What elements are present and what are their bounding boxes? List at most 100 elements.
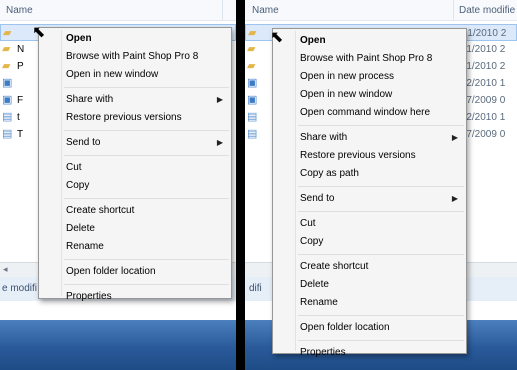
menu-item-label: Rename xyxy=(300,297,338,308)
menu-item-open[interactable]: Open xyxy=(273,32,466,50)
column-separator[interactable] xyxy=(222,0,223,20)
text-file-icon: ▤ xyxy=(247,128,258,140)
column-header-bar: Name xyxy=(0,0,236,21)
menu-item-share-with[interactable]: Share with ▶ xyxy=(273,129,466,147)
menu-item-share-with[interactable]: Share with ▶ xyxy=(39,91,231,109)
folder-icon: ▰ xyxy=(2,60,11,72)
menu-item-delete[interactable]: Delete xyxy=(273,276,466,294)
folder-icon: ▰ xyxy=(248,27,257,39)
text-file-icon: ▤ xyxy=(2,111,13,123)
submenu-arrow-icon: ▶ xyxy=(451,194,458,203)
image-divider xyxy=(236,0,245,370)
status-text: difi xyxy=(249,283,262,294)
menu-item-open-command-window-here[interactable]: Open command window here xyxy=(273,104,466,122)
file-name: F xyxy=(17,95,24,106)
menu-item-label: Send to xyxy=(66,137,101,148)
menu-separator xyxy=(298,211,464,212)
image-file-icon: ▣ xyxy=(2,94,13,106)
menu-separator xyxy=(64,198,229,199)
menu-item-create-shortcut[interactable]: Create shortcut xyxy=(273,258,466,276)
text-file-icon: ▤ xyxy=(2,128,13,140)
menu-item-copy[interactable]: Copy xyxy=(273,233,466,251)
menu-item-open-in-new-window[interactable]: Open in new window xyxy=(273,86,466,104)
context-menu: Open Browse with Paint Shop Pro 8 Open in … xyxy=(38,27,232,302)
menu-item-create-shortcut[interactable]: Create shortcut xyxy=(39,202,231,220)
menu-item-label: Open command window here xyxy=(300,107,431,118)
mouse-cursor-icon: ⬉ xyxy=(32,24,46,41)
menu-item-browse-with-paint-shop-pro-8[interactable]: Browse with Paint Shop Pro 8 xyxy=(273,50,466,68)
menu-item-copy-as-path[interactable]: Copy as path xyxy=(273,165,466,183)
menu-item-open-in-new-window[interactable]: Open in new window xyxy=(39,66,231,84)
submenu-arrow-icon: ▶ xyxy=(216,138,223,147)
menu-separator xyxy=(64,130,229,131)
menu-item-rename[interactable]: Rename xyxy=(39,238,231,256)
menu-item-open-folder-location[interactable]: Open folder location xyxy=(273,319,466,337)
menu-item-cut[interactable]: Cut xyxy=(273,215,466,233)
menu-item-label: Send to xyxy=(300,193,335,204)
menu-item-browse-with-paint-shop-pro-8[interactable]: Browse with Paint Shop Pro 8 xyxy=(39,48,231,66)
folder-icon: ▰ xyxy=(2,43,11,55)
menu-item-restore-previous-versions[interactable]: Restore previous versions xyxy=(39,109,231,127)
context-menu: Open Browse with Paint Shop Pro 8 Open in … xyxy=(272,28,467,358)
menu-item-open[interactable]: Open xyxy=(39,30,231,48)
menu-item-label: Properties xyxy=(300,347,346,358)
menu-item-label: Open in new window xyxy=(66,69,159,80)
menu-item-open-folder-location[interactable]: Open folder location xyxy=(39,263,231,281)
menu-separator xyxy=(298,186,464,187)
menu-item-label: Rename xyxy=(66,241,104,252)
column-header-name[interactable]: Name xyxy=(252,5,279,16)
menu-separator xyxy=(298,125,464,126)
submenu-arrow-icon: ▶ xyxy=(216,95,223,104)
menu-separator xyxy=(64,284,229,285)
image-file-icon: ▣ xyxy=(2,77,13,89)
menu-item-send-to[interactable]: Send to ▶ xyxy=(273,190,466,208)
menu-item-properties[interactable]: Properties xyxy=(273,344,466,362)
menu-item-label: Open xyxy=(66,33,92,44)
column-header-date-modified[interactable]: Date modifie xyxy=(459,5,515,16)
menu-item-label: Share with xyxy=(300,132,348,143)
taskbar xyxy=(0,320,236,370)
image-file-icon: ▣ xyxy=(247,94,258,106)
menu-item-label: Open xyxy=(300,35,326,46)
menu-separator xyxy=(64,259,229,260)
menu-separator xyxy=(64,155,229,156)
text-file-icon: ▤ xyxy=(247,111,258,123)
submenu-arrow-icon: ▶ xyxy=(451,133,458,142)
explorer-window-right: Name Date modifie ▰/01/2010 2 ▰/01/2010 2… xyxy=(245,0,517,370)
menu-item-label: Browse with Paint Shop Pro 8 xyxy=(300,53,433,64)
menu-separator xyxy=(298,254,464,255)
menu-item-label: Properties xyxy=(66,291,112,302)
menu-item-label: Copy xyxy=(300,236,324,247)
menu-separator xyxy=(64,87,229,88)
menu-item-label: Open in new process xyxy=(300,71,394,82)
mouse-cursor-icon: ⬉ xyxy=(270,29,284,46)
menu-item-label: Create shortcut xyxy=(66,205,135,216)
menu-item-restore-previous-versions[interactable]: Restore previous versions xyxy=(273,147,466,165)
menu-item-send-to[interactable]: Send to ▶ xyxy=(39,134,231,152)
menu-item-label: Share with xyxy=(66,94,114,105)
column-header-bar: Name Date modifie xyxy=(245,0,517,21)
menu-item-label: Open folder location xyxy=(66,266,156,277)
menu-item-cut[interactable]: Cut xyxy=(39,159,231,177)
menu-item-delete[interactable]: Delete xyxy=(39,220,231,238)
menu-item-label: Browse with Paint Shop Pro 8 xyxy=(66,51,199,62)
menu-item-label: Cut xyxy=(300,218,316,229)
menu-item-open-in-new-process[interactable]: Open in new process xyxy=(273,68,466,86)
menu-item-label: Copy xyxy=(66,180,90,191)
file-name: T xyxy=(17,129,24,140)
explorer-window-left: Name ▰ ▰ N ▰ P ▣ ▣ F ▤ t ▤ T ◂ e modifi Open Browse … xyxy=(0,0,236,370)
menu-item-rename[interactable]: Rename xyxy=(273,294,466,312)
menu-item-label: Restore previous versions xyxy=(66,112,182,123)
column-header-name[interactable]: Name xyxy=(6,5,33,16)
menu-item-label: Create shortcut xyxy=(300,261,369,272)
menu-item-properties[interactable]: Properties xyxy=(39,288,231,306)
menu-item-copy[interactable]: Copy xyxy=(39,177,231,195)
scroll-left-arrow-icon[interactable]: ◂ xyxy=(3,264,8,275)
folder-icon: ▰ xyxy=(247,43,256,55)
column-separator[interactable] xyxy=(453,0,454,20)
status-text: e modifi xyxy=(2,283,38,294)
menu-item-label: Restore previous versions xyxy=(300,150,416,161)
folder-icon: ▰ xyxy=(3,27,12,39)
menu-item-label: Open folder location xyxy=(300,322,390,333)
menu-separator xyxy=(298,340,464,341)
